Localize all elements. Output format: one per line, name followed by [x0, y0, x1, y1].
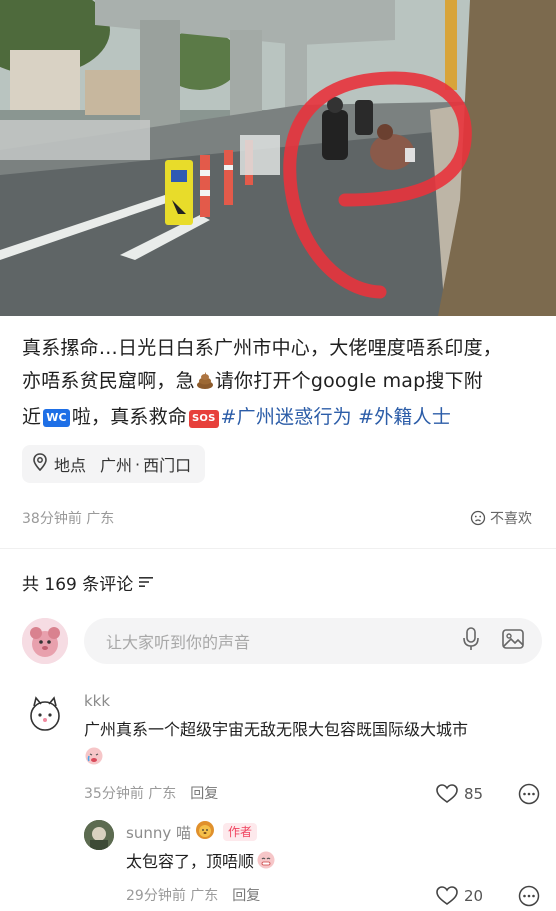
street-photo-image	[0, 0, 556, 316]
post-text-line3a: 近	[22, 406, 42, 428]
commenter-name[interactable]: kkk	[84, 692, 539, 710]
heart-icon	[436, 784, 458, 803]
location-dot: ·	[135, 454, 141, 474]
location-city: 广州	[100, 456, 133, 475]
replier-name[interactable]: sunny 喵	[126, 822, 191, 843]
replier-name-row: sunny 喵 作者	[126, 820, 536, 844]
reply-time-region: 29分钟前 广东	[126, 888, 219, 904]
comment-input-row: 让大家听到你的声音	[22, 616, 542, 670]
heart-icon	[436, 886, 458, 905]
comment-input-placeholder: 让大家听到你的声音	[106, 633, 251, 652]
comment-item: kkk 广州真系一个超级宇宙无敌无限大包容既国际级大城市 35分钟前 广东 回复 …	[22, 692, 542, 812]
location-place: 西门口	[143, 456, 192, 475]
dislike-button[interactable]: 不喜欢	[470, 508, 532, 528]
my-avatar[interactable]	[22, 618, 68, 664]
post-text-line3b: 啦，真系救命	[71, 406, 188, 428]
author-tag: 作者	[222, 823, 257, 841]
comment-text-content: 广州真系一个超级宇宙无敌无限大包容既国际级大城市	[84, 720, 469, 739]
hashtag-link[interactable]: #外籍人士	[358, 406, 451, 428]
divider	[0, 548, 556, 549]
reply-text: 太包容了，顶唔顺	[126, 848, 536, 879]
comment-count-sort[interactable]: 共 169 条评论	[22, 570, 154, 595]
lion-emoji-icon	[195, 820, 215, 844]
post-photo[interactable]	[0, 0, 556, 316]
crying-face-emoji-icon	[84, 746, 104, 775]
dislike-label: 不喜欢	[490, 511, 532, 527]
comment-text: 广州真系一个超级宇宙无敌无限大包容既国际级大城市	[84, 716, 539, 775]
location-label: 地点	[54, 456, 87, 475]
post-time-region: 38分钟前 广东	[22, 511, 115, 527]
reply-item: sunny 喵 作者 太包容了，顶唔顺 29分钟前 广东 回复 20	[84, 820, 542, 907]
like-button[interactable]: 20	[436, 886, 483, 906]
sweat-face-emoji-icon	[256, 850, 276, 879]
sos-badge: SOS	[189, 410, 219, 428]
reply-button[interactable]: 回复	[190, 783, 218, 803]
location-chip[interactable]: 地点 广州 · 西门口	[22, 445, 206, 483]
reply-button[interactable]: 回复	[232, 885, 260, 905]
comment-input[interactable]: 让大家听到你的声音	[84, 618, 542, 664]
location-pin-icon	[32, 453, 48, 475]
post-text-line1: 真系摞命…日光日白系广州市中心，大佬哩度唔系印度，	[22, 337, 503, 359]
wc-badge: WC	[43, 409, 70, 427]
post-text-line2a: 亦唔系贫民窟啊，急	[22, 370, 195, 392]
comment-time-region: 35分钟前 广东	[84, 786, 177, 802]
frown-face-icon	[470, 510, 486, 526]
more-dots-icon[interactable]	[518, 783, 540, 809]
post-body: 真系摞命…日光日白系广州市中心，大佬哩度唔系印度， 亦唔系贫民窟啊，急 请你打开个…	[22, 332, 537, 434]
like-count: 20	[464, 887, 484, 905]
microphone-icon[interactable]	[462, 627, 480, 655]
image-icon[interactable]	[502, 629, 524, 653]
sort-lines-icon	[139, 573, 154, 593]
commenter-avatar[interactable]	[22, 692, 68, 738]
hashtag-link[interactable]: #广州迷惑行为	[221, 406, 352, 428]
comment-count: 共 169 条评论	[22, 575, 134, 595]
replier-avatar[interactable]	[84, 820, 114, 850]
post-text-line2b: 请你打开个google map搜下附	[214, 370, 484, 392]
like-button[interactable]: 85	[436, 784, 483, 804]
poop-emoji-icon	[195, 368, 215, 401]
reply-text-content: 太包容了，顶唔顺	[126, 852, 255, 871]
like-count: 85	[464, 785, 484, 803]
more-dots-icon[interactable]	[518, 885, 540, 911]
